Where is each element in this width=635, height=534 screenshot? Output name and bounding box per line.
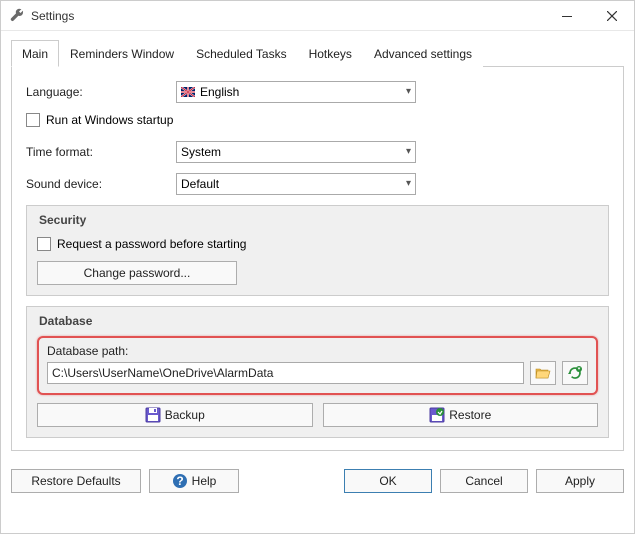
cancel-button[interactable]: Cancel	[440, 469, 528, 493]
database-title: Database	[37, 307, 598, 336]
uk-flag-icon	[181, 87, 195, 97]
restore-label: Restore	[449, 408, 491, 422]
tab-main[interactable]: Main	[11, 40, 59, 67]
settings-window: Settings Main Reminders Window Scheduled…	[0, 0, 635, 534]
security-title: Security	[37, 206, 598, 235]
time-format-select[interactable]: System ▾	[176, 141, 416, 163]
browse-folder-button[interactable]	[530, 361, 556, 385]
chevron-down-icon: ▾	[406, 86, 411, 97]
tab-panel-main: Language: English ▾ Run at Windows start…	[11, 67, 624, 451]
database-group: Database Database path: C:\Users\UserNam…	[26, 306, 609, 438]
tab-hotkeys[interactable]: Hotkeys	[298, 40, 363, 67]
restore-defaults-button[interactable]: Restore Defaults	[11, 469, 141, 493]
chevron-down-icon: ▾	[406, 146, 411, 157]
content-area: Main Reminders Window Scheduled Tasks Ho…	[1, 31, 634, 459]
restore-button[interactable]: Restore	[323, 403, 599, 427]
language-label: Language:	[26, 85, 176, 99]
time-format-value: System	[181, 145, 221, 159]
change-password-label: Change password...	[84, 266, 191, 280]
sound-device-select[interactable]: Default ▾	[176, 173, 416, 195]
ok-label: OK	[379, 474, 396, 488]
request-password-checkbox[interactable]	[37, 237, 51, 251]
sound-device-value: Default	[181, 177, 219, 191]
language-select[interactable]: English ▾	[176, 81, 416, 103]
sound-device-label: Sound device:	[26, 177, 176, 191]
refresh-icon	[567, 365, 583, 381]
close-button[interactable]	[589, 1, 634, 31]
tab-strip: Main Reminders Window Scheduled Tasks Ho…	[11, 39, 624, 67]
refresh-button[interactable]	[562, 361, 588, 385]
apply-label: Apply	[565, 474, 595, 488]
cancel-label: Cancel	[465, 474, 502, 488]
security-group: Security Request a password before start…	[26, 205, 609, 296]
ok-button[interactable]: OK	[344, 469, 432, 493]
wrench-icon	[9, 8, 25, 24]
save-icon	[145, 407, 161, 423]
database-path-label: Database path:	[47, 344, 588, 358]
database-path-highlight: Database path: C:\Users\UserName\OneDriv…	[37, 336, 598, 395]
backup-label: Backup	[165, 408, 205, 422]
language-value: English	[200, 85, 239, 99]
tab-scheduled-tasks[interactable]: Scheduled Tasks	[185, 40, 298, 67]
apply-button[interactable]: Apply	[536, 469, 624, 493]
change-password-button[interactable]: Change password...	[37, 261, 237, 285]
folder-open-icon	[535, 366, 551, 380]
run-startup-label: Run at Windows startup	[46, 113, 173, 127]
database-path-input[interactable]: C:\Users\UserName\OneDrive\AlarmData	[47, 362, 524, 384]
tab-reminders-window[interactable]: Reminders Window	[59, 40, 185, 67]
run-startup-checkbox[interactable]	[26, 113, 40, 127]
time-format-label: Time format:	[26, 145, 176, 159]
titlebar: Settings	[1, 1, 634, 31]
help-icon: ?	[172, 473, 188, 489]
window-title: Settings	[31, 9, 544, 23]
svg-text:?: ?	[176, 474, 183, 488]
tab-advanced-settings[interactable]: Advanced settings	[363, 40, 483, 67]
help-button[interactable]: ? Help	[149, 469, 239, 493]
help-label: Help	[192, 474, 217, 488]
database-path-value: C:\Users\UserName\OneDrive\AlarmData	[52, 366, 273, 380]
backup-button[interactable]: Backup	[37, 403, 313, 427]
restore-icon	[429, 407, 445, 423]
request-password-label: Request a password before starting	[57, 237, 246, 251]
minimize-button[interactable]	[544, 1, 589, 31]
restore-defaults-label: Restore Defaults	[31, 474, 120, 488]
button-bar: Restore Defaults ? Help OK Cancel Apply	[1, 459, 634, 503]
chevron-down-icon: ▾	[406, 178, 411, 189]
